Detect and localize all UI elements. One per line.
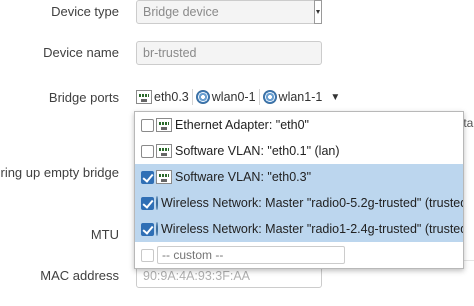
chevron-down-icon[interactable] [314, 0, 322, 24]
bridge-port-chip: eth0.3 [136, 90, 189, 104]
bridge-ports-dropdown: Ethernet Adapter: "eth0" Software VLAN: … [134, 111, 464, 269]
checkbox-checked-icon[interactable] [141, 170, 154, 184]
mtu-label: MTU [90, 227, 119, 242]
checkbox-unchecked-icon[interactable] [141, 248, 154, 262]
device-type-value: Bridge device [143, 5, 219, 19]
dropdown-option[interactable]: Wireless Network: Master "radio0-5.2g-tr… [135, 190, 464, 216]
device-name-label: Device name [43, 45, 119, 60]
wifi-icon [195, 90, 210, 104]
checkbox-unchecked-icon[interactable] [141, 118, 154, 132]
device-type-label: Device type [51, 4, 119, 19]
custom-port-input[interactable] [157, 246, 345, 264]
checkbox-checked-icon[interactable] [141, 222, 154, 236]
option-label: Software VLAN: "eth0.1" (lan) [175, 144, 340, 158]
device-name-input[interactable]: br-trusted [136, 41, 322, 65]
device-type-select[interactable]: Bridge device [136, 0, 322, 24]
bridge-ports-label: Bridge ports [48, 90, 119, 105]
ethernet-icon [156, 170, 172, 184]
ethernet-icon [156, 118, 172, 132]
bring-up-empty-bridge-label: Bring up empty bridge [0, 165, 119, 180]
option-label: Software VLAN: "eth0.3" [175, 170, 312, 184]
bridge-port-label: wlan0-1 [211, 90, 256, 104]
dropdown-option[interactable]: Wireless Network: Master "radio1-2.4g-tr… [135, 216, 464, 242]
dropdown-option[interactable]: Software VLAN: "eth0.3" [135, 164, 463, 190]
bridge-port-label: eth0.3 [154, 90, 189, 104]
dropdown-option[interactable]: Ethernet Adapter: "eth0" [135, 112, 463, 138]
bridge-port-chip: wlan0-1 [191, 89, 256, 105]
wifi-icon [156, 196, 158, 210]
bridge-ports-select[interactable]: eth0.3 wlan0-1 wlan1-1 ▼ [136, 87, 340, 107]
checkbox-unchecked-icon[interactable] [141, 144, 154, 158]
chevron-down-icon[interactable]: ▼ [330, 92, 340, 103]
bridge-port-label: wlan1-1 [278, 90, 323, 104]
device-name-value: br-trusted [143, 46, 197, 60]
ethernet-icon [136, 90, 152, 104]
mac-address-placeholder: 90:9A:4A:93:3F:AA [143, 269, 251, 283]
option-label: Wireless Network: Master "radio0-5.2g-tr… [161, 196, 464, 210]
ethernet-icon [156, 144, 172, 158]
interface-settings-form: Device type Bridge device Device name br… [0, 0, 474, 306]
mac-address-label: MAC address [40, 268, 119, 283]
dropdown-custom-option[interactable] [135, 242, 463, 268]
dropdown-option[interactable]: Software VLAN: "eth0.1" (lan) [135, 138, 463, 164]
option-label: Ethernet Adapter: "eth0" [175, 118, 309, 132]
option-label: Wireless Network: Master "radio1-2.4g-tr… [161, 222, 464, 236]
wifi-icon [156, 222, 158, 236]
bridge-port-chip: wlan1-1 [258, 89, 323, 105]
checkbox-checked-icon[interactable] [141, 196, 154, 210]
wifi-icon [262, 90, 277, 104]
